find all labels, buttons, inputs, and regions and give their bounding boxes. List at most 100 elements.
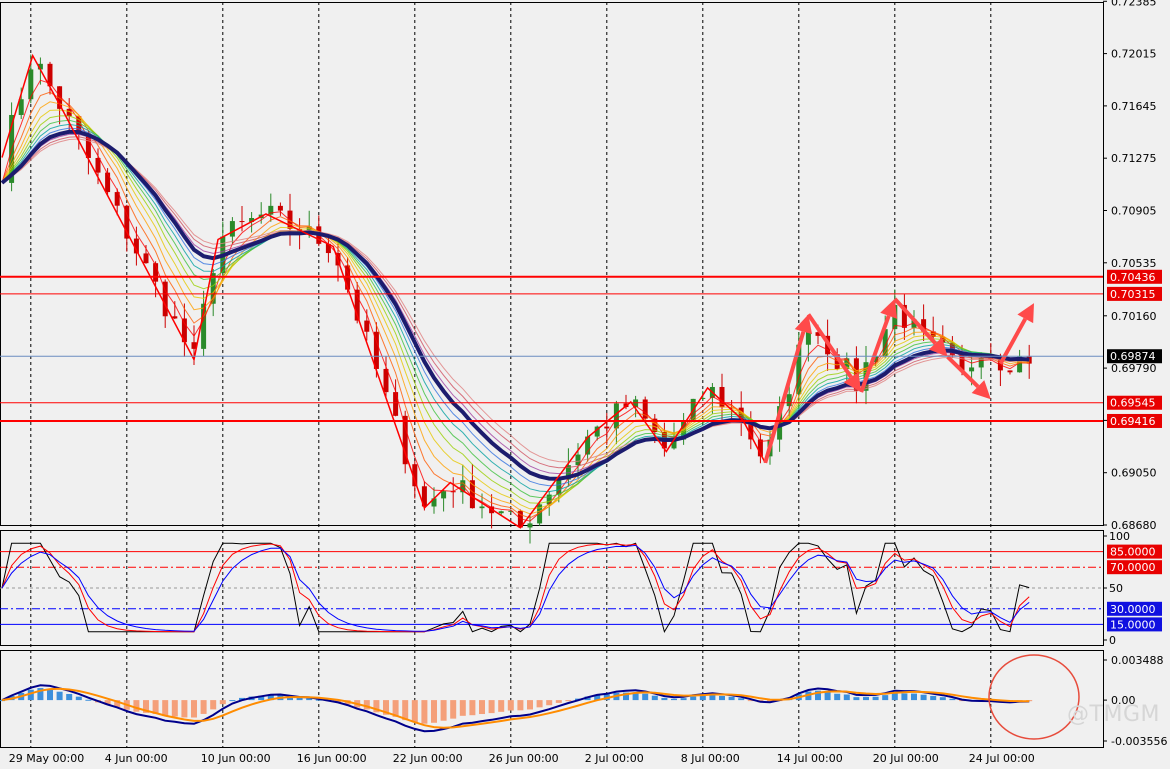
macd-hist-bar xyxy=(565,700,572,702)
x-tick-label: 20 Jul 00:00 xyxy=(873,752,939,765)
macd-hist-bar xyxy=(536,700,543,708)
x-tick-label: 29 May 00:00 xyxy=(9,752,84,765)
ma-line xyxy=(1,127,1030,487)
current-price-label: 0.69874 xyxy=(1110,350,1156,363)
panel-frame-3 xyxy=(0,650,1104,748)
candle-body xyxy=(229,221,235,237)
x-tick-label: 16 Jun 00:00 xyxy=(297,752,367,765)
macd-hist-bar xyxy=(930,695,937,701)
macd-hist-bar xyxy=(440,700,447,721)
chart-svg: 29 May 00:00 4 Jun 00:00 10 Jun 00:00 16 Ju… xyxy=(0,0,1167,765)
ma-line xyxy=(1,115,1030,504)
macd-hist-bar xyxy=(507,700,514,711)
macd-hist-bar xyxy=(210,700,217,710)
macd-hist-bar xyxy=(527,700,533,710)
candle-body xyxy=(805,332,811,345)
ma-line xyxy=(1,133,1030,475)
candle-body xyxy=(364,320,370,332)
candle-body xyxy=(105,172,111,193)
macd-hist-bar xyxy=(661,697,668,701)
x-tick-label: 2 Jul 00:00 xyxy=(585,752,644,765)
candle-body xyxy=(969,367,975,372)
macd-hist-bar xyxy=(296,697,303,701)
x-tick-label: 22 Jun 00:00 xyxy=(393,752,463,765)
macd-hist-bar xyxy=(834,693,841,701)
macd-hist-bar xyxy=(229,700,236,702)
candle-body xyxy=(498,511,504,514)
macd-hist-bar xyxy=(498,700,505,712)
macd-hist-bar xyxy=(85,699,92,701)
ma-line xyxy=(1,138,1030,463)
x-tick-label: 10 Jun 00:00 xyxy=(201,752,271,765)
ma-thick-line xyxy=(0,129,1030,481)
macd-hist-bar xyxy=(469,700,476,716)
x-tick-label: 4 Jun 00:00 xyxy=(105,752,168,765)
osc-tick-label: 50 xyxy=(1109,582,1123,595)
macd-hist-bar xyxy=(939,697,946,701)
panel-frame-1 xyxy=(0,2,1104,526)
macd-hist-bar xyxy=(219,700,226,705)
macd-hist-bar xyxy=(824,691,831,701)
macd-hist-bar xyxy=(479,700,485,715)
macd-hist-bar xyxy=(901,693,908,701)
macd-hist-bar xyxy=(431,700,437,723)
macd-hist-bar xyxy=(421,700,428,724)
macd-hist-bar xyxy=(191,700,197,718)
macd-hist-bar xyxy=(171,700,178,717)
candle-body xyxy=(393,392,399,416)
candle-body xyxy=(277,205,283,211)
candle-body xyxy=(172,316,178,319)
macd-hist-bar xyxy=(56,691,63,701)
ma-line xyxy=(1,123,1030,493)
macd-hist-bar xyxy=(133,700,140,712)
ma-line xyxy=(1,101,1030,515)
osc-tick-label: 100 xyxy=(1109,530,1130,543)
macd-hist-bar xyxy=(75,696,82,701)
price-tick-label: 0.69050 xyxy=(1111,467,1157,480)
macd-hist-bar xyxy=(181,700,188,718)
macd-hist-bar xyxy=(162,700,169,717)
macd-hist-bar xyxy=(680,698,687,701)
candle-body xyxy=(479,506,485,509)
price-tick-label: 0.70905 xyxy=(1111,204,1157,217)
macd-hist-bar xyxy=(200,700,207,714)
macd-hist-bar xyxy=(911,693,917,701)
price-tick-label: 0.72015 xyxy=(1111,48,1157,61)
macd-tick-label: -0.003556 xyxy=(1111,735,1167,748)
x-tick-label: 26 Jun 00:00 xyxy=(489,752,559,765)
osc-level-label: 15.0000 xyxy=(1110,618,1156,631)
macd-hist-bar xyxy=(719,695,725,701)
price-tick-label: 0.72385 xyxy=(1111,0,1157,8)
macd-hist-bar xyxy=(671,698,677,701)
trend-arrow-shaft xyxy=(806,313,853,379)
price-tick-label: 0.69790 xyxy=(1111,362,1157,375)
macd-tick-label: 0.003488 xyxy=(1111,654,1164,667)
osc-level-label: 70.0000 xyxy=(1110,561,1156,574)
macd-hist-bar xyxy=(555,700,562,703)
macd-hist-bar xyxy=(651,695,658,701)
candle-body xyxy=(527,523,533,528)
macd-hist-bar xyxy=(488,700,495,714)
macd-hist-bar xyxy=(728,696,735,701)
price-tick-label: 0.71275 xyxy=(1111,152,1157,165)
macd-hist-bar xyxy=(738,698,745,701)
level-label: 0.69545 xyxy=(1110,397,1156,410)
macd-hist-bar xyxy=(699,695,706,701)
macd-hist-bar xyxy=(690,696,697,701)
macd-hist-bar xyxy=(891,692,898,701)
level-label: 0.70315 xyxy=(1110,288,1156,301)
ma-line xyxy=(1,109,1030,510)
watermark: @TMGM xyxy=(1067,702,1160,727)
level-label: 0.69416 xyxy=(1110,415,1156,428)
macd-hist-bar xyxy=(882,695,889,701)
macd-hist-bar xyxy=(517,700,524,711)
macd-hist-bar xyxy=(411,700,418,723)
macd-hist-bar xyxy=(546,700,553,706)
osc-level-label: 30.0000 xyxy=(1110,603,1156,616)
macd-hist-bar xyxy=(843,694,850,701)
highlight-circle xyxy=(988,654,1080,740)
ma-line xyxy=(1,119,1030,499)
ma-line xyxy=(1,130,1030,480)
candle-body xyxy=(239,221,245,223)
macd-hist-bar xyxy=(642,693,649,701)
